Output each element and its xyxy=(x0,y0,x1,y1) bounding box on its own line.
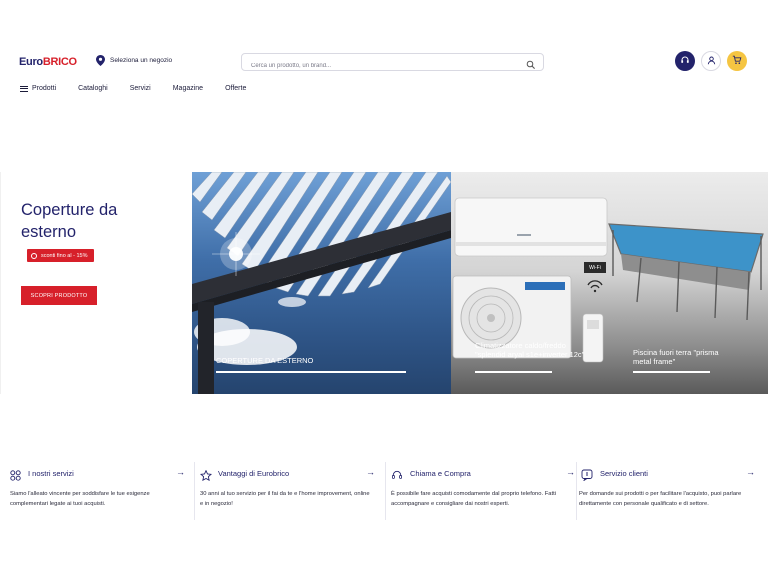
arrow-right-icon: → xyxy=(176,467,185,477)
nav-item-label: Servizi xyxy=(129,85,151,92)
help-button[interactable] xyxy=(675,51,695,71)
service-title: Chiama e Compra xyxy=(410,469,471,478)
menu-icon xyxy=(20,85,28,92)
page: EuroBRICO Seleziona un negozio Cerca un … xyxy=(0,0,768,576)
service-eurobrico-advantages[interactable]: Vantaggi di Eurobrico → 30 anni al tuo s… xyxy=(194,462,384,522)
nav-item-label: Offerte xyxy=(225,85,247,92)
nav-item-label: Cataloghi xyxy=(78,85,108,92)
user-icon xyxy=(707,52,716,70)
info-icon xyxy=(581,468,593,486)
service-title: Servizio clienti xyxy=(600,469,648,478)
service-description: Siamo l'alleato vincente per soddisfare … xyxy=(10,491,150,507)
nav-item-prodotti[interactable]: Prodotti xyxy=(20,85,56,92)
hero-banner: Coperture da esterno sconti fino al - 15… xyxy=(0,172,768,394)
percent-icon xyxy=(31,252,37,259)
arrow-right-icon: → xyxy=(746,467,755,477)
search-box xyxy=(241,53,544,74)
service-our-services[interactable]: I nostri servizi → Siamo l'alleato vince… xyxy=(0,462,192,522)
map-pin-icon xyxy=(96,55,105,66)
store-selector-label: Seleziona un negozio xyxy=(110,57,173,64)
nav-item-magazine[interactable]: Magazine xyxy=(173,85,203,92)
panel-caption-air-conditioner[interactable]: Climatizzatore caldo/freddo "splendid ar… xyxy=(475,341,585,359)
search-icon[interactable] xyxy=(526,57,536,75)
cart-button[interactable] xyxy=(727,51,747,71)
service-description: È possibile fare acquisti comodamente da… xyxy=(391,491,556,507)
nav-item-offerte[interactable]: Offerte xyxy=(225,85,246,92)
logo-text-euro: Euro xyxy=(19,56,43,68)
discount-label: sconti fino al - 15% xyxy=(41,252,88,259)
headset-icon xyxy=(391,468,403,486)
service-call-and-buy[interactable]: Chiama e Compra → È possibile fare acqui… xyxy=(385,462,575,522)
arrow-right-icon: → xyxy=(566,467,575,477)
nav-item-label: Magazine xyxy=(172,85,204,92)
hero-title: Coperture da esterno xyxy=(21,201,118,241)
cart-icon xyxy=(732,52,742,70)
nav-item-cataloghi[interactable]: Cataloghi xyxy=(78,85,108,92)
panel-outdoor-covers[interactable]: COPERTURE DA ESTERNO xyxy=(192,172,451,394)
hero-promo: Coperture da esterno sconti fino al - 15… xyxy=(0,172,192,394)
panel-products: Climatizzatore caldo/freddo "splendid ar… xyxy=(451,172,768,394)
eurobrico-logo[interactable]: EuroBRICO xyxy=(19,56,77,68)
logo-text-brico: BRICO xyxy=(42,56,77,68)
slide-progress-bar xyxy=(216,371,406,373)
discover-product-button[interactable]: SCOPRI PRODOTTO xyxy=(21,286,97,305)
store-selector[interactable]: Seleziona un negozio xyxy=(96,55,172,66)
header: EuroBRICO Seleziona un negozio xyxy=(0,48,768,78)
services-strip: I nostri servizi → Siamo l'alleato vince… xyxy=(0,462,768,522)
service-title: I nostri servizi xyxy=(28,469,74,478)
arrow-right-icon: → xyxy=(366,467,375,477)
main-nav: Prodotti Cataloghi Servizi Magazine Offe… xyxy=(20,85,268,92)
search-input[interactable] xyxy=(242,58,512,74)
star-icon xyxy=(199,468,213,486)
service-title: Vantaggi di Eurobrico xyxy=(218,469,290,478)
nav-item-servizi[interactable]: Servizi xyxy=(130,85,151,92)
discount-badge: sconti fino al - 15% xyxy=(27,249,95,262)
nav-item-label: Prodotti xyxy=(32,85,57,92)
slide-progress-bar xyxy=(633,371,710,373)
panel-caption: COPERTURE DA ESTERNO xyxy=(216,356,314,365)
wifi-label: Wi-Fi xyxy=(589,264,601,271)
panel-caption-pool[interactable]: Piscina fuori terra "prisma metal frame" xyxy=(633,348,733,366)
service-customer-service[interactable]: Servizio clienti → Per domande sui prodo… xyxy=(576,462,764,522)
headset-icon xyxy=(680,52,690,70)
grid-icon xyxy=(10,468,21,486)
service-description: Per domande sui prodotti o per facilitar… xyxy=(579,491,742,507)
slide-progress-bar xyxy=(475,371,552,373)
service-description: 30 anni al tuo servizio per il fai da te… xyxy=(200,491,370,507)
account-button[interactable] xyxy=(701,51,721,71)
